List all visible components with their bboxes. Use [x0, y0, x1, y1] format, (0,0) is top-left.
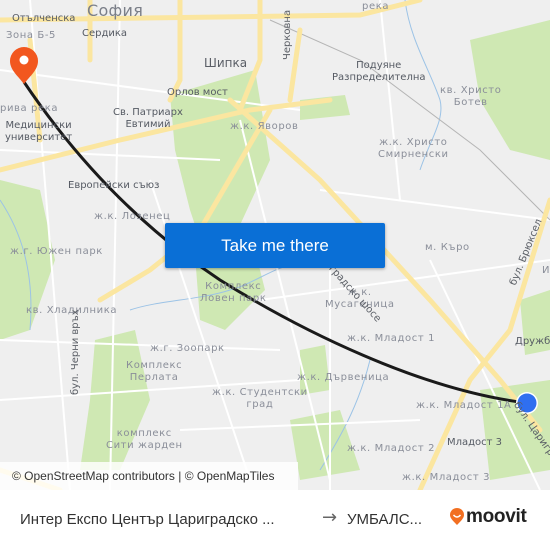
map-label: ж.к. Младост 2: [347, 443, 436, 454]
footer-bar: Интер Експо Център Цариградско ... → УМБ…: [0, 490, 550, 550]
map-label: Подуяне Разпределителна: [332, 60, 426, 83]
map-label: ж.к. Дървеница: [297, 372, 390, 383]
take-me-there-button[interactable]: Take me there: [165, 223, 385, 268]
map-label: Зона Б-5: [6, 30, 57, 41]
map-label: рива река: [0, 103, 59, 114]
map-label: ж.к. Яворов: [230, 121, 299, 132]
map-label: ж.г. Зоопарк: [150, 343, 225, 354]
map-label: ж.к. Младост 1А: [416, 400, 512, 411]
origin-name: Интер Експо Център Цариградско ...: [20, 511, 275, 528]
map-label: м. Къро: [425, 242, 470, 253]
map-attribution[interactable]: © OpenStreetMap contributors | © OpenMap…: [0, 462, 298, 490]
map-label: Медицински университет: [5, 120, 73, 143]
map-label: Отълченска: [12, 13, 76, 24]
map-label: комплекс Сити жарден: [106, 428, 183, 451]
destination-name: УМБАЛС...: [347, 511, 423, 528]
map-label: Комплекс Ловен парк: [200, 281, 267, 304]
map-label: Дружба: [515, 336, 550, 347]
map-label: ж.г. Южен парк: [10, 246, 103, 257]
map-label: И: [542, 265, 550, 276]
road-label: Черковна: [282, 9, 293, 60]
arrow-right-icon: →: [322, 507, 338, 528]
map-label: Шипка: [204, 56, 248, 70]
moovit-logo[interactable]: moovit: [449, 506, 527, 528]
city-label: София: [87, 1, 144, 20]
map-label: ж.к. Лозенец: [94, 211, 171, 222]
map-label: кв. Христо Ботев: [440, 85, 502, 108]
map-label: ж.к. Студентски град: [212, 387, 308, 410]
moovit-pin-icon: [450, 508, 464, 525]
map-label: Св. Патриарх Евтимий: [113, 107, 183, 130]
map-label: река: [362, 1, 390, 12]
map-label: ж.к. Младост 1: [347, 333, 436, 344]
map-label: Комплекс Перлата: [126, 360, 183, 383]
map-label: Сердика: [82, 28, 128, 39]
map-label: Европейски съюз: [68, 180, 160, 191]
road-label: бул. Черни връх: [70, 309, 81, 395]
moovit-wordmark: moovit: [466, 506, 527, 527]
map[interactable]: София Отълченска Зона Б-5 Сердика Шипка Орло…: [0, 0, 550, 490]
map-label: Младост 3: [447, 437, 503, 448]
map-label: ж.к. Христо Смирненски: [378, 137, 449, 160]
map-label: ж.к. Младост 3: [402, 472, 491, 483]
map-label: Орлов мост: [167, 87, 228, 98]
